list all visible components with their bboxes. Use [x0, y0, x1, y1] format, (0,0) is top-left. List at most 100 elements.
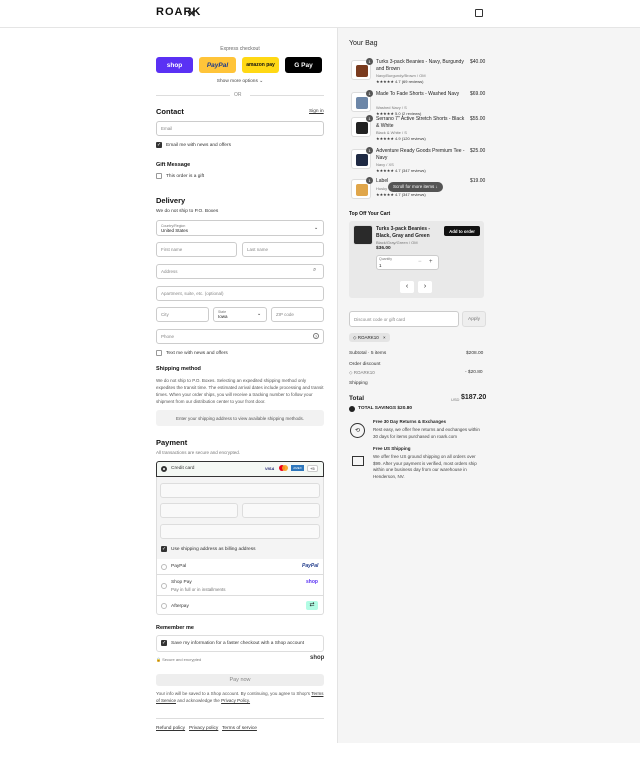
chevron-down-icon: ⌄ — [314, 225, 319, 231]
terms-link[interactable]: Terms of service — [222, 726, 257, 731]
pay-now-button[interactable]: Pay now — [156, 674, 324, 686]
remove-tag-icon[interactable]: × — [383, 335, 386, 340]
divider — [250, 95, 324, 96]
shipping-placeholder-text: Enter your shipping address to view avai… — [175, 415, 305, 421]
shipping-description: We do not ship to P.O. Boxes. Selecting … — [156, 378, 324, 404]
expiry-field[interactable] — [160, 503, 238, 518]
remember-label: Save my information for a faster checkou… — [171, 641, 305, 646]
contact-heading: Contact — [156, 107, 184, 116]
payment-heading: Payment — [156, 438, 188, 447]
zip-field[interactable]: ZIP code — [271, 307, 324, 322]
refund-policy-link[interactable]: Refund policy — [156, 726, 185, 731]
privacy-link[interactable]: Privacy Policy. — [221, 698, 250, 703]
bag-item-rating: ★★★★★ 4.9 (120 reviews) — [376, 136, 426, 141]
paypal-label: PayPal — [171, 564, 187, 569]
city-field[interactable]: City — [156, 307, 209, 322]
radio[interactable] — [161, 564, 167, 570]
bag-item-name: Made To Fade Shorts - Washed Navy — [376, 91, 460, 97]
shop-pay-subtitle: Pay in full or in installments — [171, 587, 226, 592]
show-more-options[interactable]: Show more options ⌄ — [156, 79, 324, 84]
radio[interactable] — [161, 603, 167, 609]
shop-pay-button[interactable]: shop — [156, 57, 193, 73]
bag-item-rating: ★★★★★ 4.7 (347 reviews) — [376, 168, 426, 173]
quantity-value: 1 — [379, 263, 382, 268]
email-news-label: Email me with news and offers — [166, 143, 231, 148]
billing-checkbox[interactable]: ✓ — [161, 546, 167, 552]
item-quantity-badge: 1 — [366, 90, 373, 97]
google-pay-button[interactable]: G Pay — [285, 57, 322, 73]
returns-icon: ⟲ — [350, 423, 365, 438]
gift-checkbox[interactable] — [156, 173, 162, 179]
bag-item-price: $69.00 — [470, 91, 486, 97]
perk-shipping-title: Free US Shipping — [373, 446, 411, 451]
apartment-field[interactable]: Apartment, suite, etc. (optional) — [156, 286, 324, 301]
quantity-label: Quantity — [379, 257, 393, 261]
address-field[interactable]: Address — [156, 264, 324, 279]
perk-shipping-text: We offer free US ground shipping on all … — [373, 454, 477, 479]
discount-code-field[interactable]: Discount code or gift card — [349, 311, 459, 327]
text-news-checkbox[interactable] — [156, 350, 162, 356]
bag-item-rating: ★★★★★ 4.7 (69 reviews) — [376, 79, 424, 84]
privacy-policy-link[interactable]: Privacy policy — [189, 726, 218, 731]
express-checkout-title: Express checkout — [220, 46, 260, 52]
minus-icon[interactable]: − — [418, 259, 422, 265]
shop-pay-option[interactable] — [156, 575, 324, 596]
email-field[interactable]: Email — [156, 121, 324, 136]
bag-item-name: Turks 3-pack Beanies - Navy, Burgundy an… — [376, 59, 464, 72]
carousel-next-button[interactable]: › — [418, 281, 432, 293]
card-name-field[interactable] — [160, 524, 320, 539]
chevron-down-icon: ⌄ — [257, 311, 262, 317]
carousel-prev-button[interactable]: ‹ — [400, 281, 414, 293]
or-label: OR — [234, 92, 242, 98]
upsell-variant: Black/Gray/Green / OM — [376, 240, 418, 245]
card-number-field[interactable] — [160, 483, 320, 498]
credit-card-label: Credit card — [171, 466, 195, 471]
text-news-label: Text me with news and offers — [166, 351, 228, 356]
country-value: United States — [161, 227, 189, 233]
radio[interactable] — [161, 583, 167, 589]
add-to-order-button[interactable]: Add to order — [444, 226, 480, 236]
bag-item-rating: ★★★★★ 4.7 (347 reviews) — [376, 192, 426, 197]
legal-text: Your info will be saved to a Shop accoun… — [156, 691, 324, 703]
tag-icon — [349, 406, 355, 412]
amex-icon: AMEX — [291, 465, 304, 471]
upsell-product-name: Turks 3-pack Beanies - Black, Gray and G… — [376, 226, 431, 239]
shipping-heading: Shipping method — [156, 366, 201, 372]
phone-field[interactable]: Phone — [156, 329, 324, 344]
discount-tag[interactable]: ◇ ROARK10 × — [349, 333, 390, 342]
shipping-box-icon — [352, 456, 364, 466]
order-discount-label: Order discount — [349, 362, 381, 367]
bag-item-variant: Black & White / S — [376, 130, 407, 135]
paypal-button[interactable]: PayPal — [199, 57, 236, 73]
bag-item-name: Serrano 7" Active Stretch Shorts - Black… — [376, 116, 465, 129]
shopping-bag-icon[interactable] — [475, 9, 483, 17]
help-icon[interactable]: ? — [313, 333, 319, 339]
secure-note: 🔒 Secure and encrypted — [156, 657, 202, 662]
last-name-field[interactable]: Last name — [242, 242, 324, 257]
country-select[interactable]: Country/Region United States — [156, 220, 324, 236]
bag-item-variant: Husky — [376, 186, 388, 191]
gift-heading: Gift Message — [156, 162, 191, 168]
state-value: Iowa — [218, 314, 228, 319]
bag-item-price: $55.00 — [470, 116, 486, 122]
radio-selected[interactable] — [161, 466, 167, 472]
upsell-heading: Top Off Your Cart — [349, 211, 391, 217]
first-name-field[interactable]: First name — [156, 242, 237, 257]
remember-checkbox[interactable]: ✓ — [161, 640, 167, 646]
item-quantity-badge: 1 — [366, 177, 373, 184]
sign-in-link[interactable]: Sign in — [309, 109, 324, 114]
email-news-checkbox[interactable]: ✓ — [156, 142, 162, 148]
cvc-field[interactable] — [242, 503, 320, 518]
gift-label: This order is a gift — [166, 174, 205, 179]
search-icon: ⌕ — [313, 267, 317, 273]
apply-button[interactable]: Apply — [462, 311, 486, 327]
scroll-hint: Scroll for more items ↓ — [388, 182, 443, 192]
mastercard-icon — [279, 465, 288, 471]
discount-value: - $20.80 — [465, 370, 483, 375]
item-quantity-badge: 1 — [366, 58, 373, 65]
amazon-pay-button[interactable]: amazon pay — [242, 57, 279, 73]
perk-returns-text: Rest easy, we offer free returns and exc… — [373, 427, 480, 439]
upsell-price: $36.00 — [376, 246, 391, 251]
bag-item-variant: Navy/Burgundy/Brown / OM — [376, 73, 426, 78]
plus-icon[interactable]: + — [429, 259, 433, 265]
